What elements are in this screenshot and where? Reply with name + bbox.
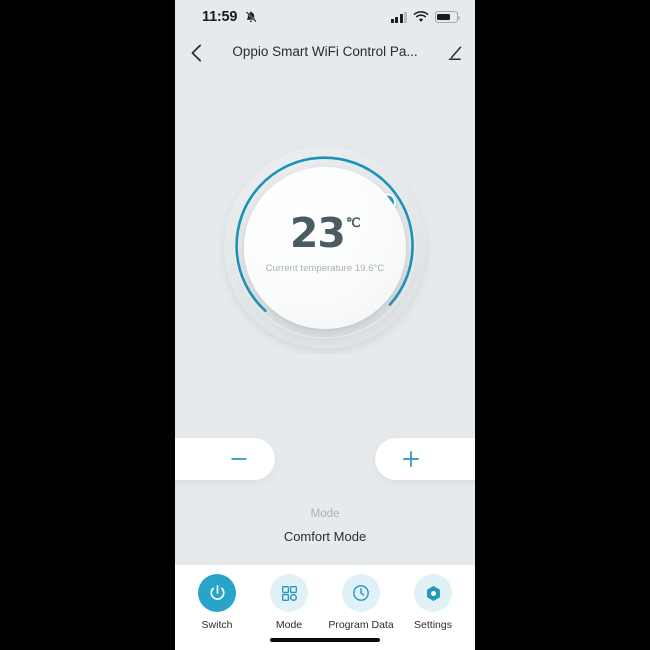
grid-icon — [281, 585, 297, 601]
phone-screen: 11:59 Oppio Smart WiFi Control Pa... 23℃… — [175, 0, 475, 650]
temperature-readout: 23℃ Current temperature 19.6°C — [244, 209, 406, 275]
status-bar-time: 11:59 — [202, 9, 238, 25]
temperature-controls — [175, 438, 475, 480]
bottom-navigation-bar: Switch Mode Program Data Settings — [175, 565, 475, 650]
nav-label-program-data: Program Data — [328, 619, 394, 631]
nav-item-switch[interactable]: Switch — [182, 574, 252, 631]
power-icon — [210, 584, 224, 600]
cellular-signal-icon — [390, 11, 407, 23]
nav-icon-wrap-switch — [198, 574, 236, 612]
wifi-icon — [413, 11, 429, 23]
nav-item-mode[interactable]: Mode — [254, 574, 324, 631]
nav-icon-wrap-mode — [270, 574, 308, 612]
bell-muted-icon — [244, 10, 258, 24]
nav-icon-wrap-settings — [414, 574, 452, 612]
chevron-left-icon[interactable] — [185, 41, 209, 65]
hex-gear-icon — [426, 585, 440, 601]
title-bar: Oppio Smart WiFi Control Pa... — [175, 34, 475, 70]
home-indicator-bar[interactable] — [270, 637, 380, 642]
pencil-edit-icon[interactable] — [443, 42, 465, 64]
page-title: Oppio Smart WiFi Control Pa... — [232, 44, 418, 59]
battery-icon — [435, 11, 461, 23]
nav-item-settings[interactable]: Settings — [398, 574, 468, 631]
mode-section: Mode Comfort Mode — [175, 508, 475, 544]
nav-label-settings: Settings — [414, 619, 452, 631]
status-bar-indicators — [390, 11, 461, 23]
nav-icon-wrap-program-data — [342, 574, 380, 612]
dial-inner-face: 23℃ Current temperature 19.6°C — [244, 167, 406, 329]
current-temperature-text: Current temperature 19.6°C — [265, 263, 385, 274]
clock-icon — [353, 585, 369, 601]
minus-icon — [229, 449, 249, 469]
set-temperature-value: 23 — [289, 209, 346, 257]
nav-label-switch: Switch — [201, 619, 233, 631]
status-bar: 11:59 — [175, 0, 475, 34]
mode-label: Mode — [310, 508, 340, 520]
increase-temperature-button[interactable] — [375, 438, 475, 480]
mode-value[interactable]: Comfort Mode — [175, 529, 475, 544]
temperature-dial[interactable]: 23℃ Current temperature 19.6°C — [219, 142, 431, 354]
decrease-temperature-button[interactable] — [175, 438, 275, 480]
plus-icon — [401, 449, 421, 469]
temperature-unit: ℃ — [345, 215, 361, 230]
nav-item-program-data[interactable]: Program Data — [326, 574, 396, 631]
nav-label-mode: Mode — [275, 619, 303, 631]
